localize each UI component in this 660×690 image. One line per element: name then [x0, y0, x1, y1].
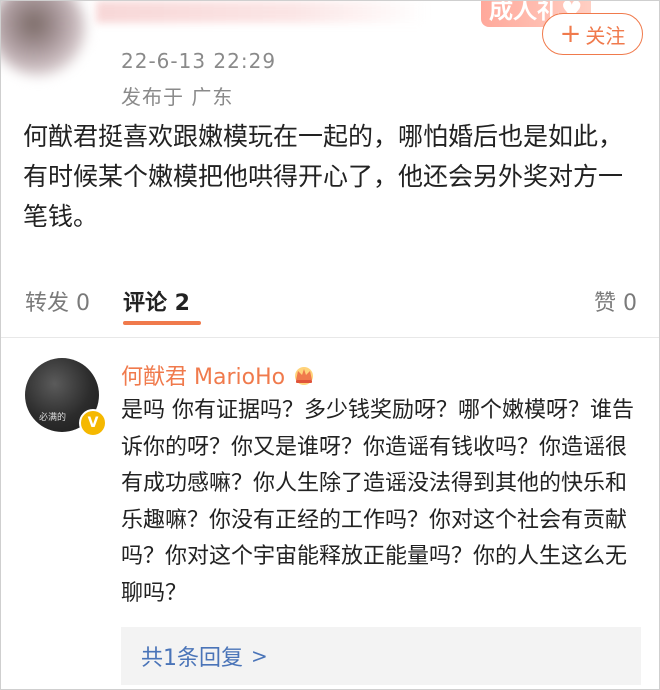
post-body-text: 何猷君挺喜欢跟嫩模玩在一起的，哪怕婚后也是如此，有时候某个嫩模把他哄得开心了，他…: [23, 122, 624, 231]
tab-like[interactable]: 赞 0: [594, 285, 637, 317]
post-timestamp: 22-6-13 22:29: [121, 49, 277, 73]
author-avatar-blurred[interactable]: [1, 1, 86, 76]
avatar-watermark: 必满的: [39, 413, 67, 423]
weibo-post-screen: 成人礼♥ + 关注 22-6-13 22:29 发布于 广东 何猷君挺喜欢跟嫩模…: [0, 0, 660, 690]
view-replies-button[interactable]: 共1条回复 >: [121, 627, 641, 685]
verified-badge-icon: V: [79, 409, 107, 437]
active-tab-indicator: [123, 321, 201, 325]
author-name-blurred: [96, 1, 426, 23]
replies-label: 共1条回复: [141, 646, 243, 671]
plus-icon: +: [559, 19, 582, 49]
tab-repost[interactable]: 转发 0: [25, 285, 90, 317]
tab-comments[interactable]: 评论 2: [123, 285, 190, 317]
tabs-divider: [1, 337, 659, 338]
commenter-name[interactable]: 何猷君 MarioHo: [121, 359, 317, 391]
follow-label: 关注: [585, 23, 626, 48]
comment-body-text: 是吗 你有证据吗？多少钱奖励呀？哪个嫩模呀？谁告诉你的呀？你又是谁呀？你造谣有钱…: [121, 398, 634, 606]
commenter-name-text: 何猷君 MarioHo: [121, 365, 286, 390]
crown-icon: [295, 367, 314, 385]
post-location: 发布于 广东: [121, 85, 234, 109]
follow-button[interactable]: + 关注: [542, 13, 643, 55]
chevron-right-icon: >: [251, 644, 268, 668]
post-tabs: 转发 0 评论 2 赞 0: [1, 283, 659, 325]
